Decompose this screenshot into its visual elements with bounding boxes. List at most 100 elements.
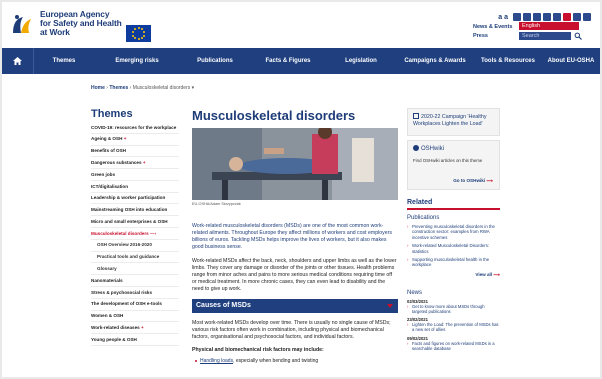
breadcrumb-home[interactable]: Home — [91, 85, 105, 91]
nav-emerging-risks[interactable]: Emerging risks — [94, 48, 180, 74]
sidebar-item-green-jobs[interactable]: Green jobs — [91, 169, 179, 181]
home-icon — [13, 57, 22, 65]
sidebar-subitem-glossary[interactable]: Glossary — [91, 263, 179, 276]
view-all-link[interactable]: View all ⟶ — [407, 272, 500, 278]
publication-link[interactable]: Supporting musculoskeletal health in the… — [407, 257, 500, 268]
language-select[interactable]: English — [519, 22, 579, 30]
sidebar-item-msds[interactable]: Musculoskeletal disorders —› — [91, 228, 179, 240]
news-events-link[interactable]: News & Events — [473, 24, 512, 30]
news-link[interactable]: Facts and figures on work-related MSDs i… — [407, 341, 500, 351]
nav-legislation[interactable]: Legislation — [326, 48, 396, 74]
campaign-icon — [413, 113, 419, 119]
intro-paragraph: Work-related musculoskeletal disorders (… — [192, 223, 392, 250]
sidebar-title: Themes — [91, 108, 133, 120]
twitter-icon[interactable] — [543, 13, 551, 21]
email-icon[interactable] — [583, 13, 591, 21]
utility-icons: a a — [498, 12, 591, 22]
sidebar-item-women[interactable]: Women & OSH — [91, 311, 179, 323]
publication-link[interactable]: Preventing musculoskeletal disorders in … — [407, 224, 500, 240]
sidebar-item-label: Work-related diseases — [91, 324, 140, 330]
sidebar-item-work-related-diseases[interactable]: Work-related diseases + — [91, 322, 179, 335]
sidebar-item-benefits[interactable]: Benefits of OSH — [91, 146, 179, 158]
sidebar-item-covid[interactable]: COVID-19: resources for the workplace — [91, 122, 179, 134]
go-to-oshwiki-link[interactable]: Go to OSHwiki ⟶ — [453, 178, 493, 184]
nav-tools-resources[interactable]: Tools & Resources — [474, 48, 542, 74]
site-header: European Agency for Safety and Health at… — [2, 2, 600, 46]
oshwiki-icon — [413, 145, 419, 151]
expand-plus-icon[interactable]: + — [141, 325, 144, 330]
nav-about-eu-osha[interactable]: About EU-OSHA — [542, 48, 600, 74]
list-item: Handling loads, especially when bending … — [192, 358, 398, 364]
sidebar-subitem-practical-tools[interactable]: Practical tools and guidance — [91, 252, 179, 264]
press-link[interactable]: Press — [473, 33, 488, 39]
agency-name[interactable]: European Agency for Safety and Health at… — [40, 10, 122, 37]
view-all-label: View all — [475, 271, 493, 277]
right-sidebar: 2020-22 Campaign 'Healthy Workplaces Lig… — [407, 108, 500, 351]
sidebar-item-stress[interactable]: Stress & psychosocial risks — [91, 287, 179, 299]
facebook-icon[interactable] — [533, 13, 541, 21]
breadcrumb-themes[interactable]: Themes — [109, 85, 128, 91]
sidebar-item-label: Ageing & OSH — [91, 136, 123, 142]
go-to-oshwiki-label: Go to OSHwiki — [453, 178, 486, 183]
campaign-text: 2020-22 Campaign 'Healthy Workplaces Lig… — [413, 114, 487, 127]
sidebar-item-mainstreaming[interactable]: Mainstreaming OSH into education — [91, 204, 179, 217]
arrow-right-icon: ⟶ — [486, 178, 493, 183]
nav-themes[interactable]: Themes — [34, 48, 94, 74]
body-paragraph: Work-related MSDs affect the back, neck,… — [192, 258, 397, 292]
risk-factors-heading: Physical and biomechanical risk factors … — [192, 347, 324, 353]
main-content: Musculoskeletal disorders EU-OSHA/Adam S… — [192, 108, 398, 364]
themes-sidebar: Themes COVID-19: resources for the workp… — [91, 108, 179, 346]
chevron-down-icon — [387, 304, 393, 308]
section-title: Causes of MSDs — [196, 302, 251, 309]
collapse-arrow-icon[interactable]: —› — [150, 231, 156, 236]
campaign-box[interactable]: 2020-22 Campaign 'Healthy Workplaces Lig… — [407, 108, 500, 136]
causes-paragraph: Most work-related MSDs develop over time… — [192, 320, 391, 340]
sidebar-item-young-people[interactable]: Young people & OSH — [91, 334, 179, 346]
handling-loads-link[interactable]: Handling loads — [200, 358, 233, 364]
nav-campaigns-awards[interactable]: Campaigns & Awards — [396, 48, 474, 74]
publication-link[interactable]: Work-related Musculoskeletal Disorders: … — [407, 243, 500, 254]
news-heading: News — [407, 289, 423, 296]
sidebar-subitem-osh-overview[interactable]: OSH Overview 2016-2020 — [91, 240, 179, 252]
nav-facts-figures[interactable]: Facts & Figures — [250, 48, 326, 74]
youtube-icon[interactable] — [563, 13, 571, 21]
news-link[interactable]: Get to know more about MSDs through targ… — [407, 304, 500, 314]
eu-osha-logo-icon[interactable] — [9, 13, 35, 39]
related-heading: Related — [407, 199, 500, 210]
home-button[interactable] — [2, 48, 34, 74]
sidebar-item-nanomaterials[interactable]: Nanomaterials — [91, 275, 179, 287]
search-input[interactable]: Search — [519, 32, 571, 40]
page-title: Musculoskeletal disorders — [192, 108, 356, 123]
oshwiki-title: OSHwiki — [413, 145, 494, 152]
sidebar-item-label: Dangerous substances — [91, 159, 142, 165]
oshwiki-box: OSHwiki Find OSHwiki articles on this th… — [407, 140, 500, 190]
expand-plus-icon[interactable]: + — [143, 160, 146, 165]
hero-image — [192, 128, 398, 200]
list-item-text: , especially when bending and twisting — [233, 358, 319, 364]
sidebar-item-ict[interactable]: ICT/digitalisation — [91, 181, 179, 193]
flickr-icon[interactable] — [573, 13, 581, 21]
page: European Agency for Safety and Health at… — [2, 2, 600, 377]
text-size-control[interactable]: a a — [498, 14, 508, 21]
search-icon[interactable] — [574, 32, 582, 40]
eu-flag-icon — [126, 25, 151, 42]
sidebar-item-e-tools[interactable]: The development of OSH e-tools — [91, 299, 179, 311]
sidebar-item-dangerous-substances[interactable]: Dangerous substances + — [91, 157, 179, 170]
linkedin-icon[interactable] — [553, 13, 561, 21]
sidebar-item-ageing[interactable]: Ageing & OSH + — [91, 134, 179, 146]
nav-publications[interactable]: Publications — [180, 48, 250, 74]
physiotherapy-photo — [192, 128, 398, 200]
print-icon[interactable] — [513, 13, 521, 21]
expand-plus-icon[interactable]: + — [124, 136, 127, 141]
image-caption: EU-OSHA/Adam Skrzypczak — [192, 202, 241, 206]
rss-icon[interactable] — [523, 13, 531, 21]
sidebar-item-micro-small[interactable]: Micro and small enterprises & OSH — [91, 216, 179, 229]
news-link[interactable]: Lighten the Load: The prevention of MSDs… — [407, 322, 500, 332]
oshwiki-title-text: OSHwiki — [421, 146, 445, 152]
publications-heading: Publications — [407, 215, 440, 221]
main-navigation: Themes Emerging risks Publications Facts… — [2, 48, 600, 74]
causes-accordion-header[interactable]: Causes of MSDs — [192, 299, 398, 313]
breadcrumb-current[interactable]: Musculoskeletal disorders — [133, 85, 191, 91]
sidebar-item-leadership[interactable]: Leadership & worker participation — [91, 193, 179, 205]
oshwiki-description: Find OSHwiki articles on this theme — [413, 158, 483, 163]
